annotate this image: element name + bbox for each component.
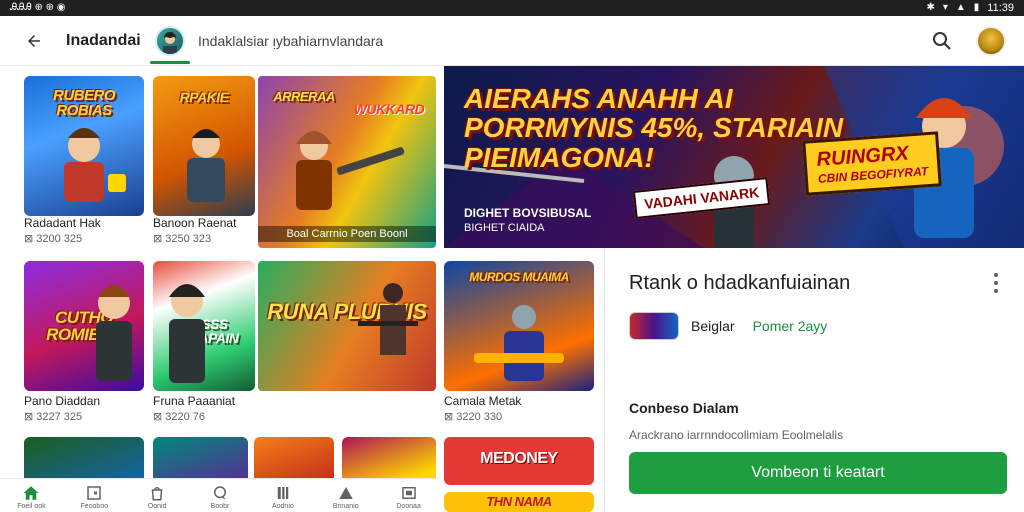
- hero-art: [64, 128, 126, 202]
- nav-item-3[interactable]: Oonid: [126, 479, 189, 512]
- game-tile[interactable]: RUBERO ROBIAS: [24, 76, 144, 216]
- bag-icon: [151, 487, 163, 501]
- triangle-icon: [338, 487, 353, 499]
- game-title: Fruna Paaaniat: [153, 394, 236, 408]
- game-title: Radadant Hak: [24, 216, 101, 230]
- game-title: Banoon Raenat: [153, 216, 237, 230]
- game-title: Camala Metak: [444, 394, 522, 408]
- battery-icon: ▮: [973, 2, 980, 13]
- game-meta: ⊠ 3200 325: [24, 233, 83, 245]
- tab-avatar[interactable]: [150, 16, 190, 66]
- bluetooth-icon: ✱: [926, 2, 935, 13]
- chat-icon: [214, 486, 226, 500]
- book-icon: [277, 487, 289, 499]
- game-tile[interactable]: MEDONEY: [444, 437, 594, 485]
- game-meta: ⊠ 3220 76: [153, 411, 206, 423]
- clock: 11:39: [987, 2, 1014, 14]
- tab-label[interactable]: Indaklalsiar ᴉybahiarnvlandara: [198, 33, 383, 49]
- game-tile[interactable]: CUTHO ROMIEKS: [24, 261, 144, 391]
- banner-sub-line1: DIGHET BOVSIBUSAL: [464, 206, 592, 220]
- game-tile[interactable]: MURDOS MUAIMA: [444, 261, 594, 391]
- signal-icon: ▲: [955, 2, 966, 13]
- app-bar: Inadandai Indaklalsiar ᴉybahiarnvlandara: [0, 16, 1024, 66]
- back-button[interactable]: [22, 29, 46, 53]
- nav-item-4[interactable]: Boobr: [189, 479, 252, 512]
- featured-banner[interactable]: AIERAHS ANAHH AI PORRMYNIS 45%, STARIAIN…: [444, 66, 1024, 248]
- section-body: Arackrano iarrnndocolimiam Eoolmelalis: [629, 428, 844, 442]
- notification-icons: ᎯᎯᎯ ⊕ ⊕ ◉: [10, 2, 66, 13]
- avatar-icon: [155, 26, 185, 56]
- nav-item-2[interactable]: Feooboo: [63, 479, 126, 512]
- more-options-button[interactable]: [988, 270, 1004, 296]
- status-bar: ᎯᎯᎯ ⊕ ⊕ ◉ ✱ ▾ ▲ ▮ 11:39: [0, 0, 1024, 16]
- developer-tag: Pomer 2ayy: [752, 318, 828, 334]
- search-button[interactable]: [930, 29, 954, 53]
- dot-icon: [994, 281, 998, 285]
- game-tile-wide[interactable]: ARRERAA WUKKARD Boal Carrnio Poen Boonl: [258, 76, 436, 248]
- developer-icon: [629, 312, 679, 340]
- game-meta: ⊠ 3220 330: [444, 411, 503, 423]
- game-tile[interactable]: THN NAMA: [444, 492, 594, 512]
- banner-sub-line2: BIGHET CIAIDA: [464, 222, 545, 234]
- tab-indicator: [150, 61, 190, 64]
- nav-item-6[interactable]: Bnnanio: [314, 479, 377, 512]
- square-icon: [87, 486, 102, 500]
- game-tile-wide[interactable]: RUNA PLUBUIS: [258, 261, 436, 391]
- hero-art: [187, 129, 225, 202]
- game-title: Pano Diaddan: [24, 394, 101, 408]
- game-tile[interactable]: MASSS RAKAPAIN: [153, 261, 255, 391]
- primary-cta-button[interactable]: Vombeon ti keatart: [629, 452, 1007, 494]
- bottom-nav: Foeil ook Feooboo Oonid Boobr Aodnio Bnn…: [0, 478, 440, 512]
- game-tile[interactable]: RPAKIE: [153, 76, 255, 216]
- dot-icon: [994, 289, 998, 293]
- section-title: Conbeso Dialam: [629, 400, 739, 416]
- hero-art: [169, 284, 205, 383]
- search-icon: [933, 32, 951, 50]
- profile-avatar[interactable]: [976, 26, 1006, 56]
- nav-item-home[interactable]: Foeil ook: [0, 479, 63, 512]
- library-icon: [401, 487, 416, 499]
- hero-art: [96, 285, 132, 381]
- home-icon: [23, 486, 39, 500]
- banner-badge: RUINGRX CBIN BEGOFIYRAT: [802, 131, 943, 196]
- wifi-icon: ▾: [942, 2, 948, 13]
- nav-item-7[interactable]: Doonaa: [377, 479, 440, 512]
- game-meta: ⊠ 3250 323: [153, 233, 212, 245]
- nav-item-5[interactable]: Aodnio: [251, 479, 314, 512]
- panel-title: Rtank o hdadkanfuiainan: [629, 272, 851, 294]
- soldier-art: [358, 283, 418, 355]
- developer-row[interactable]: Beiglar Pomer 2ayy: [629, 312, 827, 340]
- app-title: Inadandai: [66, 31, 141, 49]
- detail-panel: Rtank o hdadkanfuiainan Beiglar Pomer 2a…: [604, 248, 1024, 512]
- arrow-left-icon: [28, 34, 40, 47]
- dot-icon: [994, 273, 998, 277]
- developer-name: Beiglar: [691, 318, 735, 334]
- game-meta: ⊠ 3227 325: [24, 411, 83, 423]
- hero-art: [296, 131, 405, 210]
- hero-art: [474, 305, 564, 381]
- tile-caption: Boal Carrnio Poen Boonl: [258, 226, 436, 242]
